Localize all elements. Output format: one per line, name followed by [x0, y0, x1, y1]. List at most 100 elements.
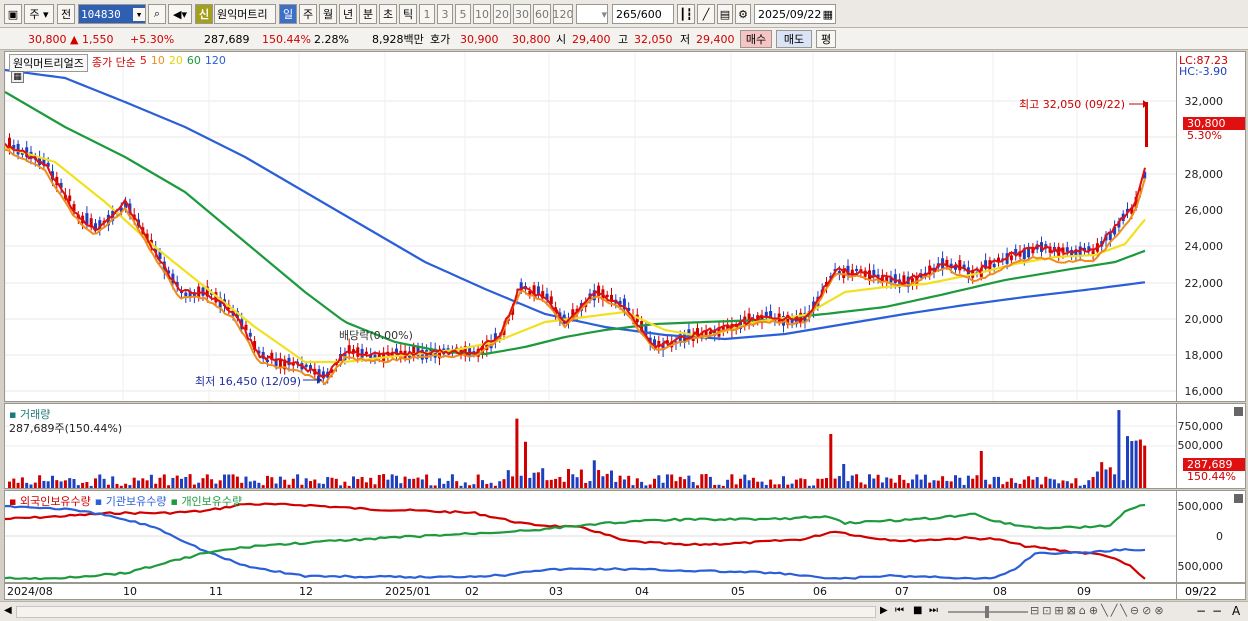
period-year-button[interactable]: 년: [339, 4, 357, 24]
period-tick-button[interactable]: 틱: [399, 4, 417, 24]
volume-bar: [12, 478, 16, 488]
volume-bar: [842, 464, 846, 488]
volume-bar: [558, 477, 562, 488]
high-annotation: 최고 32,050 (09/22): [1019, 98, 1126, 111]
first-page-icon[interactable]: ⏮: [895, 605, 904, 616]
volume-panel[interactable]: ▪ 거래량 287,689주(150.44%): [4, 403, 1177, 489]
volume-bar: [816, 478, 820, 488]
volume-bar: [180, 478, 183, 488]
candle-body: [16, 143, 20, 155]
volume-bar: [653, 478, 656, 488]
volume-bar: [898, 475, 902, 488]
price-panel[interactable]: 원익머트리얼즈 종가 단순 5 10 20 60 120 ▦ 최고 32,050…: [4, 51, 1177, 402]
volume-bar: [549, 479, 553, 488]
volume-bar: [562, 481, 566, 488]
sell-button[interactable]: 매도: [776, 30, 812, 48]
scrollbar-track[interactable]: [16, 606, 876, 618]
candle-type-icon[interactable]: ┃┇: [677, 4, 695, 24]
volume-bar: [786, 484, 790, 488]
volume-bar: [76, 485, 80, 488]
volume-bar: [687, 475, 691, 488]
volume-bar: [618, 475, 622, 488]
scroll-left-icon[interactable]: ◀: [4, 605, 12, 616]
volume-bar: [498, 481, 502, 488]
candle-body: [855, 268, 859, 272]
price-panel-title[interactable]: 원익머트리얼즈: [9, 54, 88, 72]
close-holdings-icon[interactable]: [1234, 494, 1243, 503]
volume-bar: [532, 472, 536, 488]
save-icon[interactable]: ▤: [717, 4, 733, 24]
stop-icon[interactable]: ■: [913, 605, 922, 616]
volume-bar: [25, 482, 29, 488]
volume-bar: [704, 474, 708, 488]
candle-body: [304, 364, 308, 367]
zoom-in-icon[interactable]: −: [1212, 604, 1222, 618]
volume-bar: [137, 480, 140, 488]
volume-bar: [343, 481, 347, 488]
amount-value: 8,928백만: [372, 33, 424, 46]
period-month-button[interactable]: 월: [319, 4, 337, 24]
auto-scale-icon[interactable]: A: [1232, 604, 1240, 618]
count-input[interactable]: 265/600: [612, 4, 674, 24]
volume-bar: [248, 481, 252, 488]
hc-label: HC:-3.90: [1179, 65, 1228, 78]
draw-tool-icon[interactable]: ╱: [697, 4, 715, 24]
gear-icon[interactable]: ⚙: [735, 4, 751, 24]
date-input[interactable]: 2025/09/22 ▦: [754, 4, 836, 24]
prev-button[interactable]: 전: [57, 4, 75, 24]
volume-bar: [459, 485, 463, 488]
volume-bar: [364, 482, 368, 488]
interval-1-button[interactable]: 1: [419, 4, 435, 24]
interval-20-button[interactable]: 20: [493, 4, 511, 24]
ma10-legend: 10: [150, 54, 165, 67]
volume-bar: [571, 474, 575, 488]
volume-bar: [124, 483, 128, 488]
volume-bar: [747, 480, 751, 488]
last-page-icon[interactable]: ⏭: [929, 605, 938, 616]
sound-icon[interactable]: ◀▾: [168, 4, 192, 24]
period-week-button[interactable]: 주: [299, 4, 317, 24]
volume-bar: [876, 474, 880, 488]
volume-bar: [373, 484, 377, 488]
volume-bar: [192, 484, 196, 488]
search-icon[interactable]: ⌕: [148, 4, 166, 24]
volume-bar: [321, 483, 325, 488]
window-menu-icon[interactable]: ▣: [4, 4, 22, 24]
close-volume-icon[interactable]: [1234, 407, 1243, 416]
volume-bar: [145, 480, 149, 488]
volume-bar: [55, 480, 59, 488]
chart-tools-icons[interactable]: ⊟⊡⊞⊠⌂⊕╲╱╲⊖⊘⊗: [1030, 604, 1167, 617]
candle-body: [68, 195, 72, 202]
stock-code-input[interactable]: 104830 ▾: [78, 4, 146, 24]
buy-button[interactable]: 매수: [740, 30, 772, 48]
volume-bar: [919, 479, 923, 488]
interval-10-button[interactable]: 10: [473, 4, 491, 24]
volume-bar: [468, 485, 472, 488]
zoom-slider-handle[interactable]: [985, 606, 989, 618]
interval-30-button[interactable]: 30: [513, 4, 531, 24]
volume-bar: [1074, 478, 1078, 488]
scroll-right-icon[interactable]: ▶: [880, 605, 888, 616]
zoom-out-icon[interactable]: −: [1196, 604, 1206, 618]
interval-120-button[interactable]: 120: [553, 4, 573, 24]
volume-bar: [515, 418, 519, 488]
period-day-button[interactable]: 일: [279, 4, 297, 24]
volume-bar: [859, 482, 863, 488]
interval-5-button[interactable]: 5: [455, 4, 471, 24]
period-minute-button[interactable]: 분: [359, 4, 377, 24]
period-second-button[interactable]: 초: [379, 4, 397, 24]
vol-label-500000: 500,000: [1177, 439, 1224, 452]
volume-bar: [1044, 476, 1048, 488]
holdings-legend: ▪ 외국인보유수량 ▪ 기관보유수량 ▪ 개인보유수량: [9, 493, 242, 509]
grid-icon[interactable]: ▦: [11, 71, 24, 83]
calendar-icon[interactable]: ▦: [823, 8, 835, 21]
volume-bar: [412, 478, 416, 488]
interval-60-button[interactable]: 60: [533, 4, 551, 24]
volume-value: 287,689: [204, 32, 250, 46]
interval-custom-select[interactable]: ▾: [576, 4, 608, 24]
holdings-panel[interactable]: ▪ 외국인보유수량 ▪ 기관보유수량 ▪ 개인보유수량: [4, 490, 1177, 583]
volume-bar: [777, 484, 781, 488]
mode-select[interactable]: 주 ▾: [24, 4, 54, 24]
interval-3-button[interactable]: 3: [437, 4, 453, 24]
avg-button[interactable]: 평: [816, 30, 836, 48]
